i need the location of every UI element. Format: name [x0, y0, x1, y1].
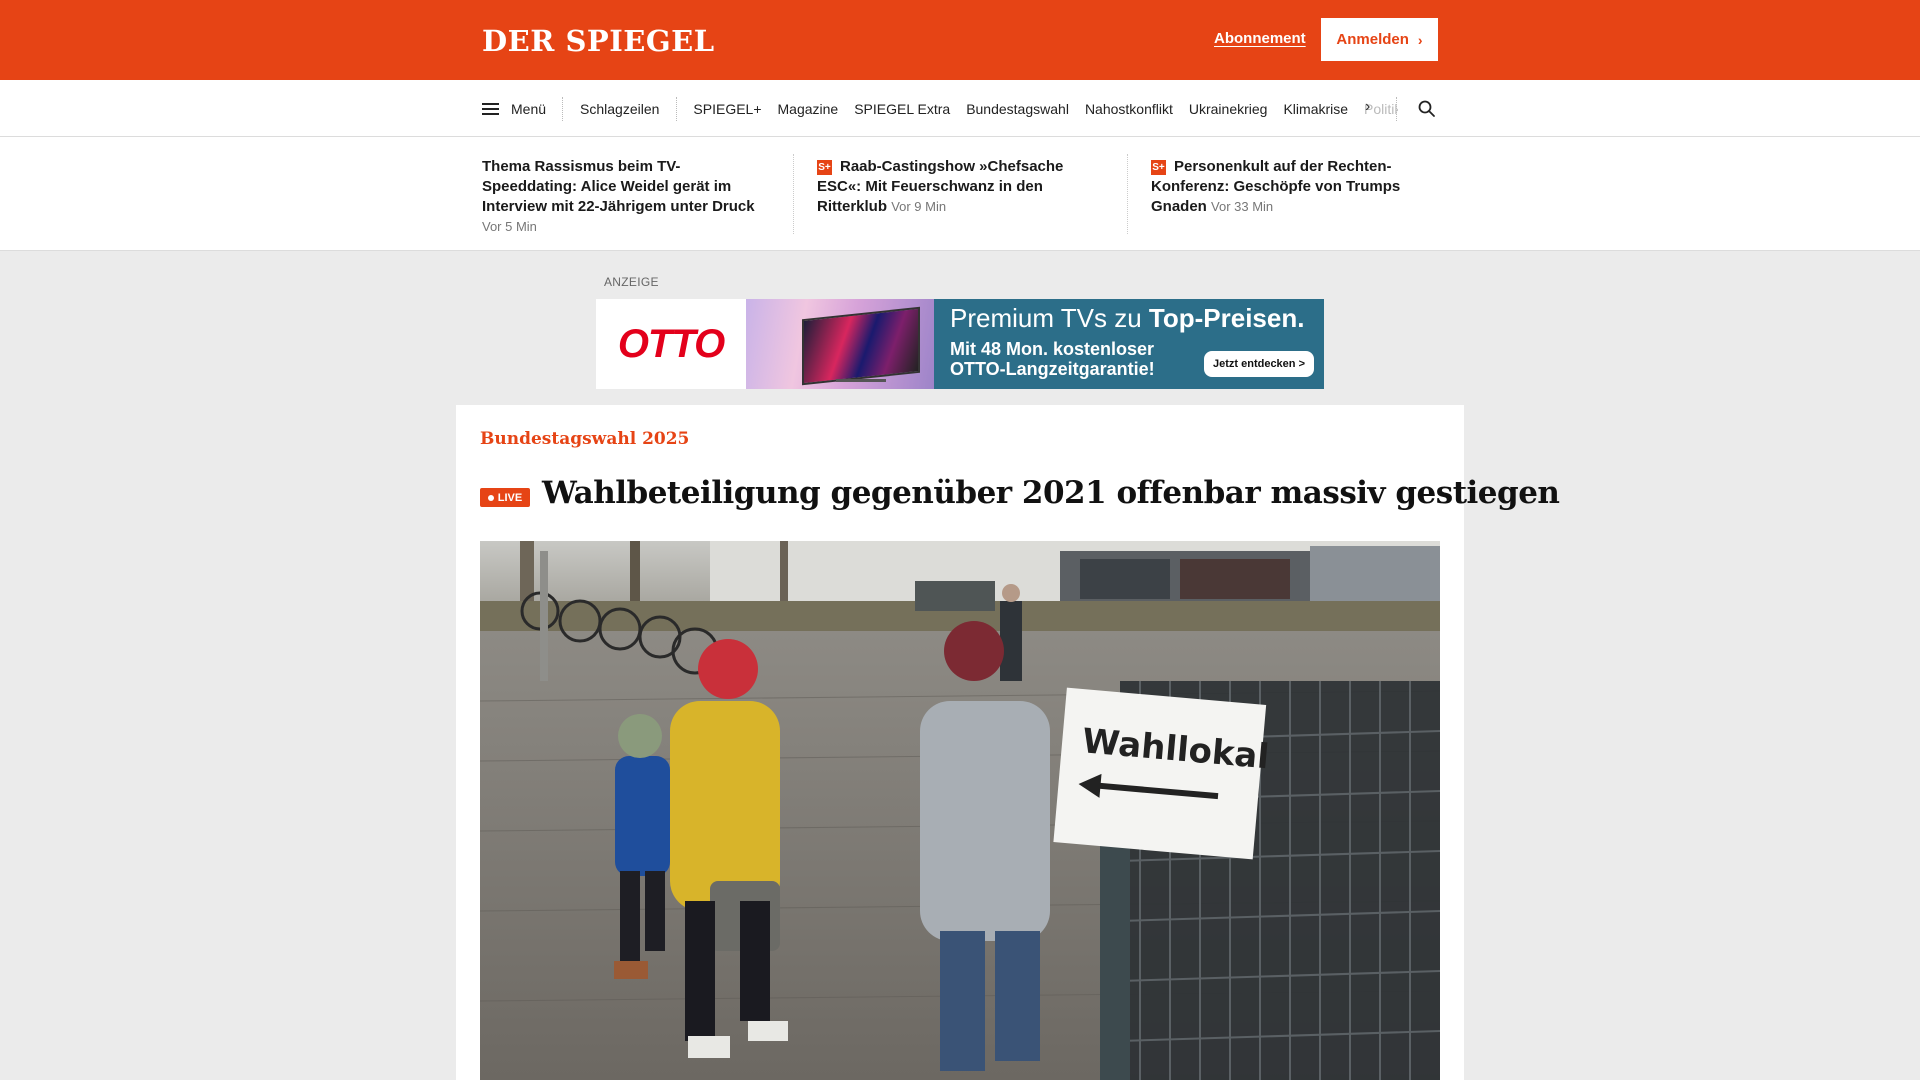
spiegel-plus-icon: S+ — [817, 160, 832, 175]
teaser-divider — [1127, 154, 1128, 234]
live-dot-icon — [487, 494, 494, 501]
nav-item-spiegel-extra[interactable]: SPIEGEL Extra — [846, 101, 958, 117]
teaser-item[interactable]: S+ Personenkult auf der Rechten-Konferenz… — [1151, 157, 1411, 217]
nav-item-ukrainekrieg[interactable]: Ukrainekrieg — [1181, 101, 1276, 117]
teaser-title: Thema Rassismus beim TV-Speeddating: Ali… — [482, 158, 755, 215]
article-photo[interactable]: Wahllokal — [480, 541, 1440, 1080]
menu-button[interactable]: Menü — [482, 96, 564, 121]
login-button-label: Anmelden — [1336, 31, 1409, 48]
ad-headline-regular: Premium TVs zu — [950, 303, 1149, 333]
tv-stand — [836, 379, 886, 382]
ad-subline: Mit 48 Mon. kostenloser OTTO-Langzeitgar… — [950, 339, 1155, 379]
top-header: DER SPIEGEL Abonnement Anmelden › — [0, 0, 1920, 80]
tv-icon — [802, 306, 920, 386]
ad-cta-button[interactable]: Jetzt entdecken > — [1204, 351, 1314, 377]
live-badge: LIVE — [480, 488, 530, 507]
nav-item-spiegel-plus[interactable]: SPIEGEL+ — [685, 101, 769, 117]
lead-article-card[interactable]: Bundestagswahl 2025 LIVE Wahlbeteiligung… — [456, 405, 1560, 1080]
spiegel-logo[interactable]: DER SPIEGEL — [482, 24, 715, 58]
teaser-time: Vor 9 Min — [891, 199, 947, 214]
live-label: LIVE — [497, 491, 523, 504]
ad-label: ANZEIGE — [604, 275, 659, 289]
nav-divider — [1396, 97, 1397, 121]
otto-logo: OTTO — [596, 299, 746, 389]
subscription-link[interactable]: Abonnement — [1214, 30, 1306, 47]
nav-item-nahostkonflikt[interactable]: Nahostkonflikt — [1077, 101, 1181, 117]
search-icon[interactable] — [1417, 99, 1437, 119]
teaser-time: Vor 33 Min — [1211, 199, 1274, 214]
nav-item-schlagzeilen[interactable]: Schlagzeilen — [563, 96, 678, 121]
ad-banner[interactable]: OTTO Premium TVs zu Top-Preisen. Mit 48 … — [596, 299, 1324, 389]
teaser-item[interactable]: S+ Raab-Castingshow »Chefsache ESC«: Mit … — [817, 157, 1089, 217]
spiegel-plus-icon: S+ — [1151, 160, 1166, 175]
headline-teasers: Thema Rassismus beim TV-Speeddating: Ali… — [0, 137, 1920, 251]
menu-label: Menü — [511, 100, 547, 117]
chevron-right-icon: › — [1417, 31, 1423, 48]
chevron-right-icon[interactable]: › — [1365, 98, 1370, 116]
teaser-title: Personenkult auf der Rechten-Konferenz: … — [1151, 158, 1401, 215]
ad-headline: Premium TVs zu Top-Preisen. — [950, 303, 1304, 334]
teaser-divider — [793, 154, 794, 234]
nav-item-klimakrise[interactable]: Klimakrise — [1275, 101, 1356, 117]
tv-product-image — [746, 299, 934, 389]
main-navigation: Menü Schlagzeilen SPIEGEL+ Magazine SPIE… — [0, 80, 1920, 137]
teaser-time: Vor 5 Min — [482, 219, 537, 234]
article-kicker[interactable]: Bundestagswahl 2025 — [480, 429, 689, 449]
nav-item-magazine[interactable]: Magazine — [770, 101, 847, 117]
nav-item-bundestagswahl[interactable]: Bundestagswahl — [958, 101, 1077, 117]
hamburger-icon — [482, 102, 499, 115]
ad-headline-bold: Top-Preisen. — [1148, 303, 1305, 333]
login-button[interactable]: Anmelden › — [1321, 18, 1438, 61]
teaser-item[interactable]: Thema Rassismus beim TV-Speeddating: Ali… — [482, 157, 772, 237]
nav-item-politik[interactable]: Politik — [1356, 101, 1398, 117]
ad-text-panel: Premium TVs zu Top-Preisen. Mit 48 Mon. … — [934, 299, 1324, 389]
article-headline[interactable]: Wahlbeteiligung gegenüber 2021 offenbar … — [542, 475, 1560, 511]
